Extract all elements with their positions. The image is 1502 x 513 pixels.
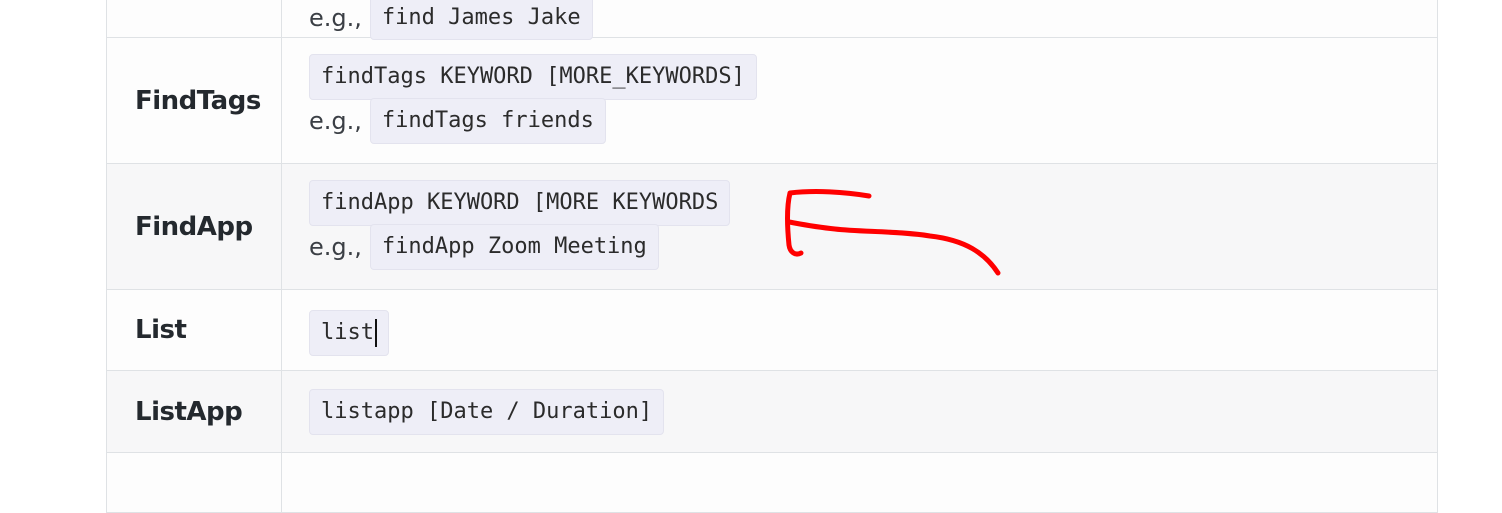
command-summary-table: e.g., find James Jake FindTags findTags … [106,0,1438,513]
example-code: findTags friends [369,97,606,144]
command-format-cell: listapp [Date / Duration] [282,371,1437,452]
command-name-cell: FindApp [107,164,282,289]
command-format-cell: findTags KEYWORD [MORE_KEYWORDS] e.g., f… [282,38,1437,163]
command-format-cell [282,453,1437,512]
command-name-cell [107,453,282,512]
command-name-cell [107,0,282,37]
format-line: findApp KEYWORD [MORE KEYWORDS [309,179,1437,226]
command-name-cell: FindTags [107,38,282,163]
table-row-findtags: FindTags findTags KEYWORD [MORE_KEYWORDS… [107,38,1437,164]
example-label: e.g., [309,4,362,32]
table-row-findapp: FindApp findApp KEYWORD [MORE KEYWORDS e… [107,164,1437,290]
format-code: findApp KEYWORD [MORE KEYWORDS [309,179,731,226]
command-name: FindTags [135,85,261,116]
command-format-cell: e.g., find James Jake [282,0,1437,40]
format-line: findTags KEYWORD [MORE_KEYWORDS] [309,53,1437,100]
command-name-cell: ListApp [107,371,282,452]
format-code[interactable]: list [309,310,389,356]
command-name: List [135,315,187,345]
table-row-list: List list [107,290,1437,371]
format-code: listapp [Date / Duration] [309,388,665,435]
example-line: e.g., findTags friends [309,97,1437,144]
command-name: FindApp [135,211,253,242]
example-label: e.g., [309,232,362,261]
command-format-cell: list [282,290,1437,370]
format-line[interactable]: list [309,310,1437,356]
command-format-cell: findApp KEYWORD [MORE KEYWORDS e.g., fin… [282,164,1437,289]
format-text: list [321,320,374,345]
command-name: ListApp [135,396,243,427]
example-line: e.g., find James Jake [309,0,1437,40]
format-line: listapp [Date / Duration] [309,388,1437,435]
example-code: findApp Zoom Meeting [369,223,659,270]
table-row-next [107,453,1437,513]
example-line: e.g., findApp Zoom Meeting [309,223,1437,270]
table-row-listapp: ListApp listapp [Date / Duration] [107,371,1437,453]
format-code: findTags KEYWORD [MORE_KEYWORDS] [309,53,757,100]
example-code: find James Jake [369,0,593,40]
example-label: e.g., [309,106,362,135]
text-cursor [374,319,377,347]
command-name-cell: List [107,290,282,370]
table-row-find: e.g., find James Jake [107,0,1437,40]
